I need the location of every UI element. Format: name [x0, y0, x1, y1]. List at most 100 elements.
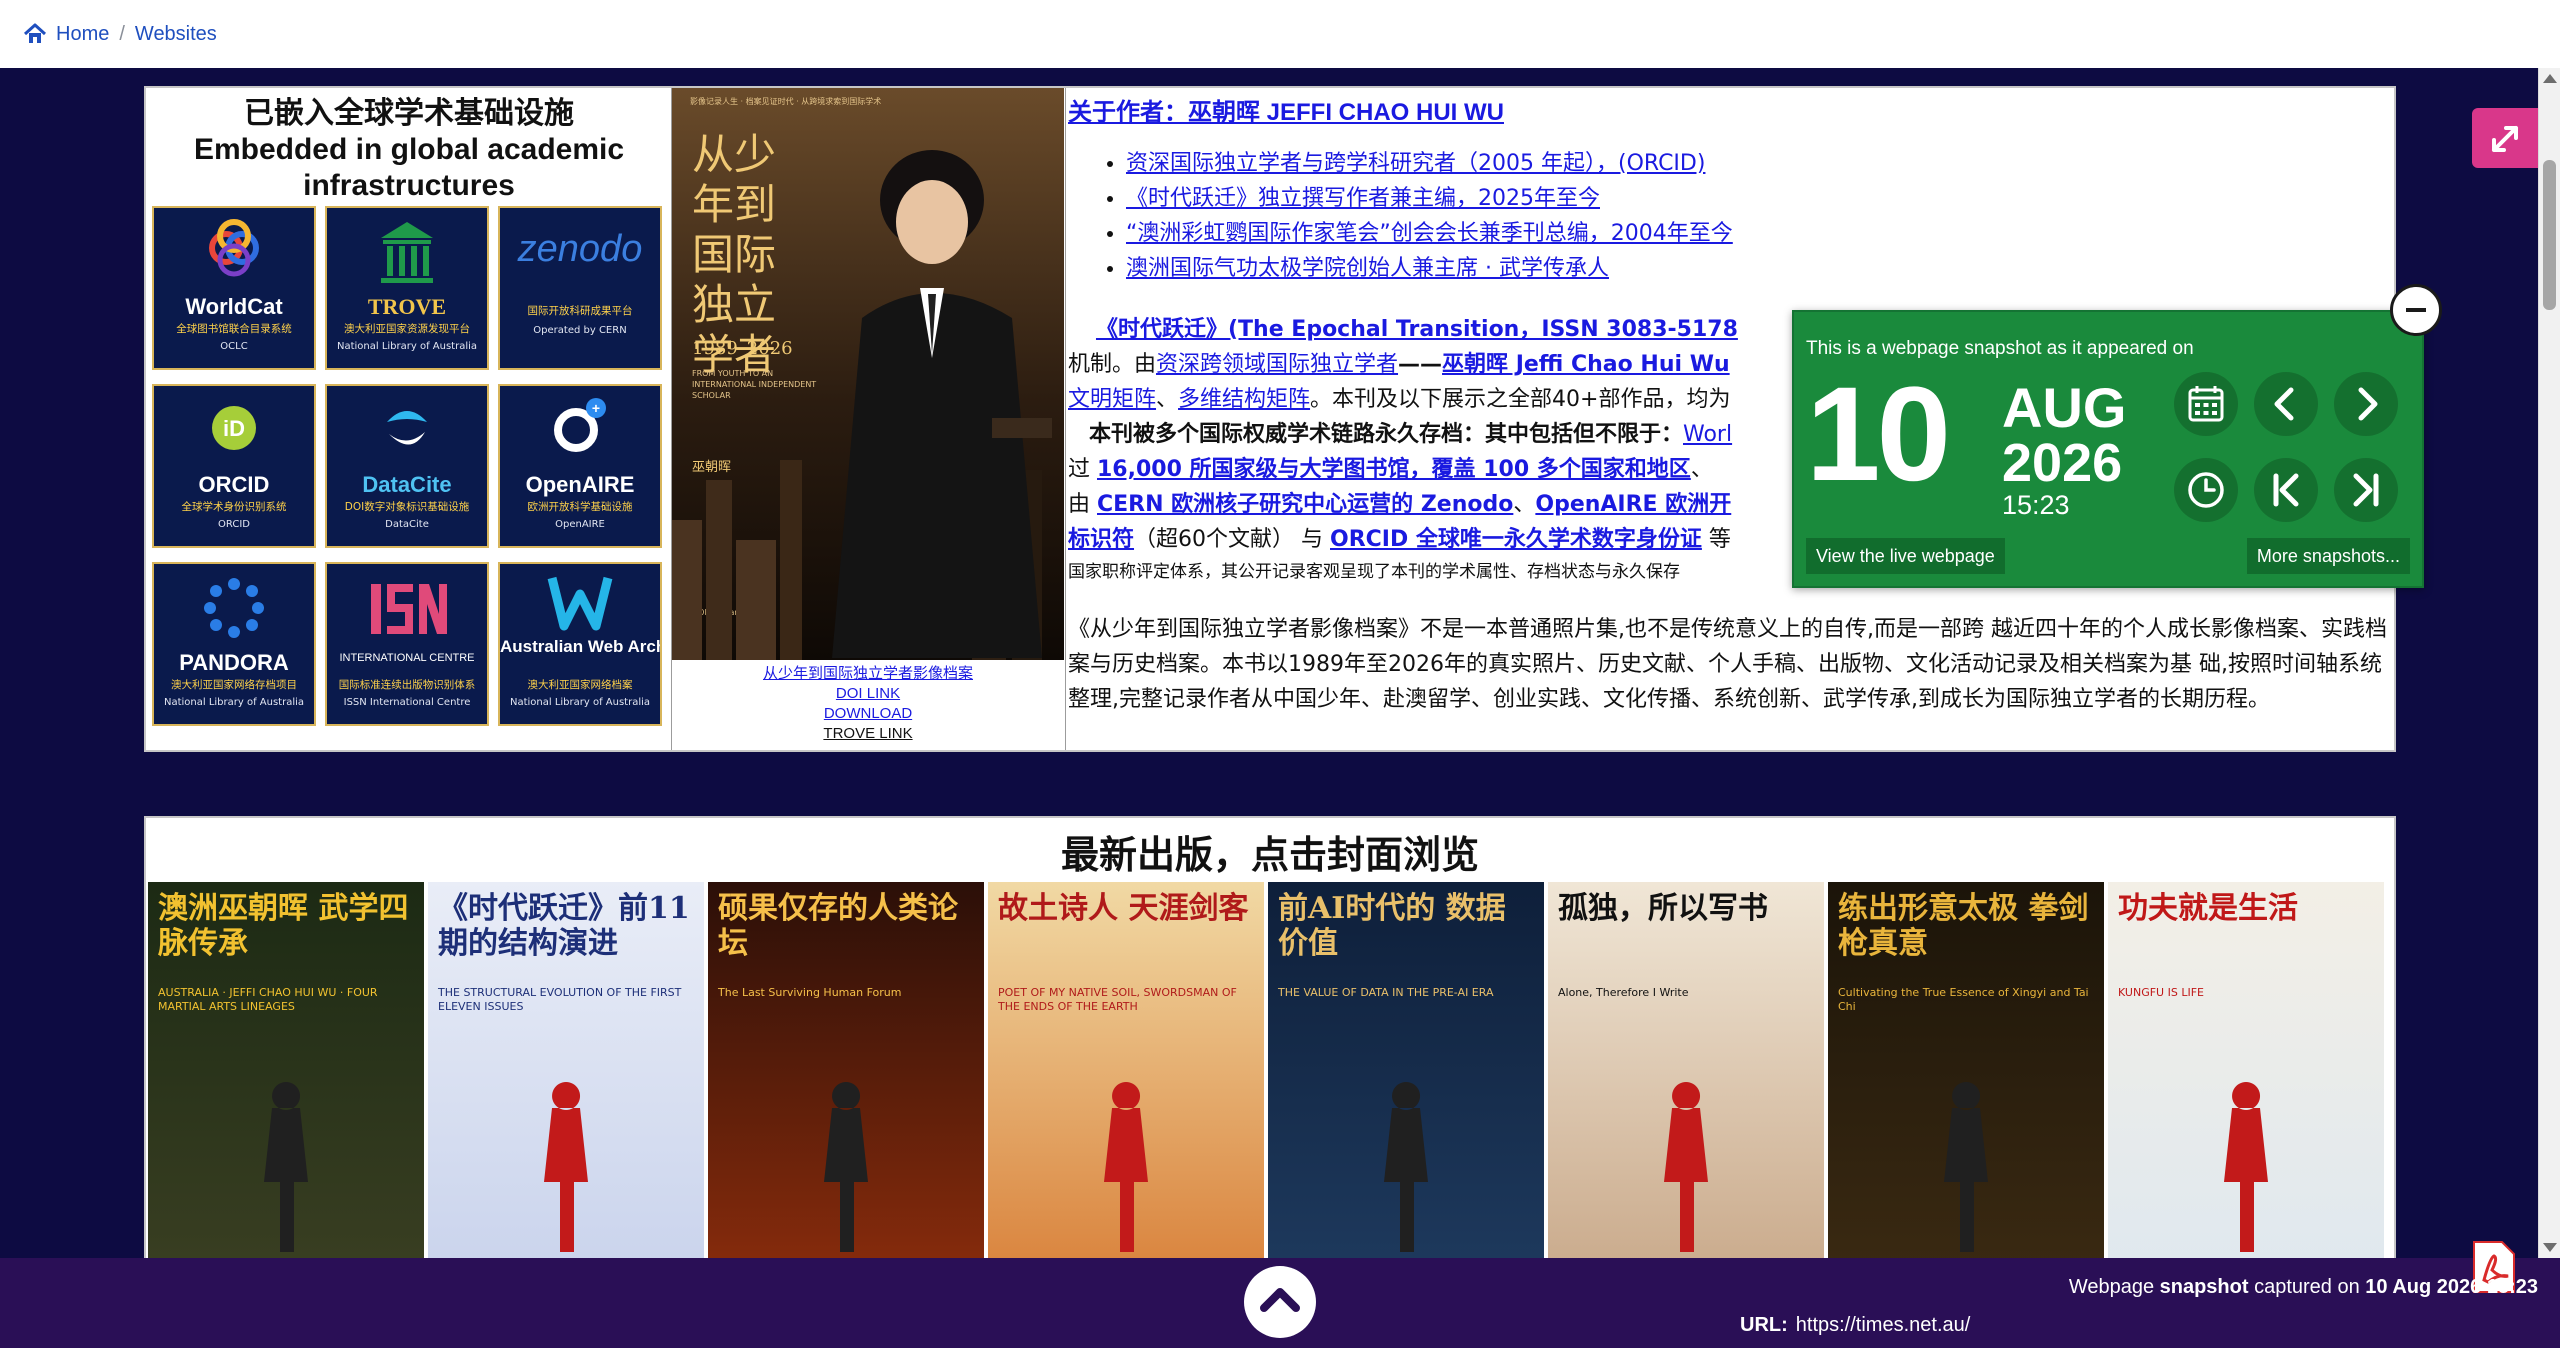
trove-link[interactable]: TROVE LINK	[672, 724, 1064, 744]
compress-icon	[2492, 126, 2518, 152]
civilization-matrix-link[interactable]: 文明矩阵	[1068, 387, 1156, 412]
orcid-icon: iD	[212, 406, 256, 450]
author-portrait	[832, 150, 1052, 658]
zenodo-sub: 国际开放科研成果平台	[527, 305, 633, 317]
publication-cover-figure	[1664, 1082, 1708, 1252]
credential-link[interactable]: 资深国际独立学者与跨学科研究者（2005 年起），(ORCID)	[1126, 151, 1705, 176]
publication-cover[interactable]: 练出形意太极 拳剑枪真意 Cultivating the True Essence…	[1828, 882, 2104, 1258]
breadcrumb-home-link[interactable]: Home	[56, 23, 109, 46]
worldcat-icon	[209, 219, 259, 277]
openaire-text-link[interactable]: OpenAIRE 欧洲开	[1535, 492, 1731, 517]
openaire-logo-tile[interactable]: + OpenAIRE 欧洲开放科学基础设施 OpenAIRE	[498, 384, 662, 548]
publication-cover-title: 前AI时代的 数据价值	[1278, 891, 1506, 961]
credential-link[interactable]: 《时代跃迁》独立撰写作者兼主编，2025年至今	[1126, 186, 1600, 211]
publication-cover[interactable]: 孤独，所以写书 Alone, Therefore I Write	[1548, 882, 1824, 1258]
publication-cover[interactable]: 澳洲巫朝晖 武学四脉传承 AUSTRALIA · JEFFI CHAO HUI W…	[148, 882, 424, 1258]
line5-sep: 、	[1690, 457, 1713, 482]
publication-cover-figure	[1104, 1082, 1148, 1252]
compress-button[interactable]	[2472, 108, 2538, 168]
skip-last-icon	[2353, 473, 2379, 507]
web-archive-logo-tile[interactable]: Australian Web Archive 澳大利亚国家网络档案 Nation…	[498, 562, 662, 726]
worldcat-logo-tile[interactable]: WorldCat 全球图书馆联合目录系统 OCLC	[152, 206, 316, 370]
next-snapshot-button[interactable]	[2334, 372, 2398, 436]
zenodo-name: zenodo	[517, 228, 643, 270]
publication-cover-subtitle: THE STRUCTURAL EVOLUTION OF THE FIRST EL…	[438, 986, 682, 1013]
scrollbar-thumb[interactable]	[2543, 160, 2556, 310]
zenodo-logo-tile[interactable]: zenodo 国际开放科研成果平台 Operated by CERN	[498, 206, 662, 370]
line3-text: 。本刊及以下展示之全部40+部作品，均为	[1310, 387, 1731, 412]
scroll-to-top-button[interactable]	[1244, 1266, 1316, 1338]
worldcat-text-link[interactable]: Worl	[1683, 422, 1732, 447]
publication-cover[interactable]: 前AI时代的 数据价值 THE VALUE OF DATA IN THE PRE-…	[1268, 882, 1544, 1258]
previous-snapshot-button[interactable]	[2254, 372, 2318, 436]
publication-cover-subtitle: THE VALUE OF DATA IN THE PRE-AI ERA	[1278, 986, 1494, 999]
publication-cover-title: 故土诗人 天涯剑客	[998, 891, 1249, 926]
issn-logo-tile[interactable]: INTERNATIONAL CENTRE 国际标准连续出版物识别体系 ISSN …	[325, 562, 489, 726]
publication-covers-row: 澳洲巫朝晖 武学四脉传承 AUSTRALIA · JEFFI CHAO HUI W…	[148, 882, 2384, 1258]
scroll-up-arrow-icon[interactable]	[2543, 74, 2557, 83]
book-cover-image[interactable]: 影像记录人生 · 档案见证时代 · 从跨境求索到国际学术 从少年到国际独立学者 …	[672, 88, 1064, 660]
orcid-sub: 全球学术身份识别系统	[181, 501, 287, 513]
download-link[interactable]: DOWNLOAD	[672, 704, 1064, 724]
popup-collapse-button[interactable]	[2390, 284, 2442, 336]
last-snapshot-button[interactable]	[2334, 458, 2398, 522]
line6-prefix: 由	[1068, 492, 1097, 517]
openaire-icon: +	[554, 398, 606, 452]
snapshot-viewport: 已嵌入全球学术基础设施 Embedded in global academic …	[0, 68, 2538, 1258]
credential-link[interactable]: “澳洲彩虹鹦国际作家笔会”创会会长兼季刊总编，2004年至今	[1126, 221, 1733, 246]
openaire-sub: 欧洲开放科学基础设施	[527, 501, 633, 513]
identifier-link[interactable]: 标识符	[1068, 527, 1134, 552]
svg-text:+: +	[592, 400, 600, 416]
infrastructure-logo-grid: WorldCat 全球图书馆联合目录系统 OCLC TROVE 澳大利亚国家资源…	[152, 206, 668, 726]
vertical-scrollbar[interactable]	[2538, 68, 2560, 1258]
time-button[interactable]	[2174, 458, 2238, 522]
view-live-webpage-button[interactable]: View the live webpage	[1806, 538, 2005, 574]
doi-link[interactable]: DOI LINK	[672, 684, 1064, 704]
pandora-logo-tile[interactable]: PANDORA 澳大利亚国家网络存档项目 National Library of…	[152, 562, 316, 726]
infrastructure-title-en-1: Embedded in global academic	[193, 133, 625, 166]
orcid-text-link[interactable]: ORCID 全球唯一永久学术数字身份证	[1330, 527, 1702, 552]
publication-cover-title: 《时代跃迁》前11期的结构演进	[438, 891, 690, 961]
chevron-right-icon	[2358, 387, 2378, 421]
pandora-org: National Library of Australia	[163, 697, 305, 708]
more-snapshots-button[interactable]: More snapshots...	[2246, 538, 2410, 574]
structure-matrix-link[interactable]: 多维结构矩阵	[1178, 387, 1310, 412]
capture-date: 10 Aug 2026	[2365, 1276, 2482, 1298]
author-name-link[interactable]: 巫朝晖 Jeffi Chao Hui Wu	[1442, 352, 1730, 377]
publication-cover[interactable]: 《时代跃迁》前11期的结构演进 THE STRUCTURAL EVOLUTION …	[428, 882, 704, 1258]
trove-logo-tile[interactable]: TROVE 澳大利亚国家资源发现平台 National Library of A…	[325, 206, 489, 370]
zenodo-org: Operated by CERN	[533, 325, 627, 336]
book-description: 《从少年到国际独立学者影像档案》不是一本普通照片集,也不是传统意义上的自传,而是…	[1068, 617, 2387, 712]
openaire-org: OpenAIRE	[555, 519, 605, 530]
home-icon[interactable]	[22, 21, 48, 47]
publication-cover[interactable]: 故土诗人 天涯剑客 POET OF MY NATIVE SOIL, SWORDSM…	[988, 882, 1264, 1258]
breadcrumb-websites-link[interactable]: Websites	[135, 23, 217, 46]
cover-top-line: 影像记录人生 · 档案见证时代 · 从跨境求索到国际学术	[690, 97, 882, 106]
clock-icon	[2188, 472, 2224, 508]
scholar-link[interactable]: 资深跨领域国际独立学者	[1156, 352, 1398, 377]
chevron-up-icon	[1260, 1288, 1300, 1312]
latest-publications-title: 最新出版，点击封面浏览	[1060, 833, 1479, 877]
libraries-link[interactable]: 16,000 所国家级与大学图书馆，覆盖 100 多个国家和地区	[1097, 457, 1691, 482]
journal-title-link[interactable]: 《时代跃迁》(The Epochal Transition，ISSN 3083-…	[1096, 317, 1738, 342]
about-author-heading-link[interactable]: 关于作者：巫朝晖 JEFFI CHAO HUI WU	[1068, 92, 1504, 127]
datacite-logo-tile[interactable]: DataCite DOI数字对象标识基础设施 DataCite	[325, 384, 489, 548]
calendar-button[interactable]	[2174, 372, 2238, 436]
publication-cover[interactable]: 功夫就是生活 KUNGFU IS LIFE	[2108, 882, 2384, 1258]
zenodo-text-link[interactable]: CERN 欧洲核子研究中心运营的 Zenodo	[1097, 492, 1513, 517]
orcid-logo-tile[interactable]: iD ORCID 全球学术身份识别系统 ORCID	[152, 384, 316, 548]
scroll-down-arrow-icon[interactable]	[2543, 1243, 2557, 1252]
publication-cover[interactable]: 硕果仅存的人类论坛 The Last Surviving Human Forum	[708, 882, 984, 1258]
chevron-left-icon	[2274, 387, 2294, 421]
first-snapshot-button[interactable]	[2254, 458, 2318, 522]
snapshot-url-link[interactable]: https://times.net.au/	[1796, 1314, 1971, 1336]
issn-org: ISSN International Centre	[343, 697, 471, 708]
cover-english-title: FROM YOUTH TO AN INTERNATIONAL INDEPENDE…	[692, 369, 817, 400]
web-archive-org: National Library of Australia	[509, 697, 651, 708]
line7-text-b: 等	[1701, 527, 1731, 552]
book-title-link[interactable]: 从少年到国际独立学者影像档案	[672, 664, 1064, 684]
snapshot-url: URL: https://times.net.au/	[1740, 1314, 1970, 1337]
calendar-icon	[2188, 386, 2224, 422]
orcid-name: ORCID	[198, 472, 270, 497]
credential-link[interactable]: 澳洲国际气功太极学院创始人兼主席 · 武学传承人	[1126, 256, 1609, 281]
